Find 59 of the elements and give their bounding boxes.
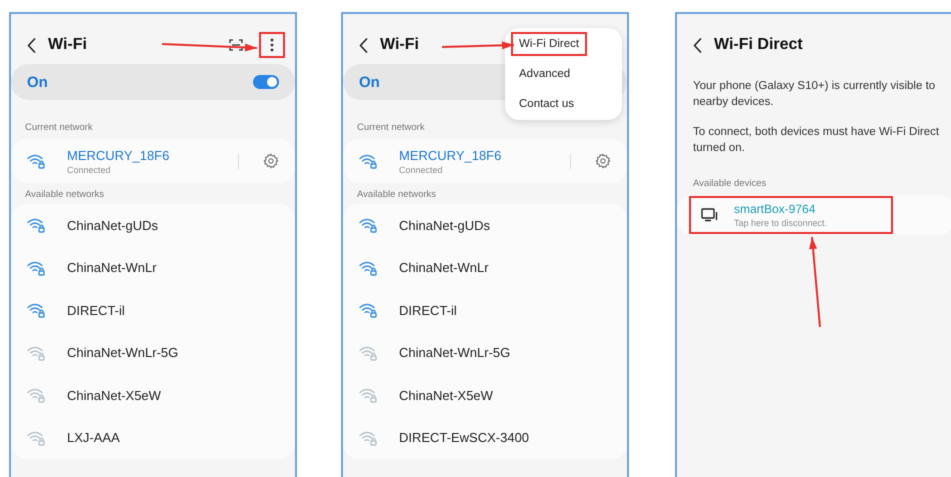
wifi-lock-icon <box>27 302 47 318</box>
device-name: smartBox-9764 <box>734 202 816 216</box>
network-card[interactable]: MERCURY_18F6 Connected <box>343 139 627 183</box>
info-text: Your phone (Galaxy S10+) is currently visible to nearby devices. <box>693 79 936 110</box>
switch-label: On <box>27 74 48 90</box>
network-item[interactable]: DIRECT-il <box>343 289 627 332</box>
scan-icon[interactable] <box>229 39 243 51</box>
network-status: Connected <box>399 164 444 174</box>
back-icon[interactable] <box>693 38 702 52</box>
more-options-button[interactable] <box>259 32 285 58</box>
wifi-lock-icon <box>359 260 379 276</box>
monitor-icon <box>701 208 718 222</box>
wifi-lock-icon <box>27 387 47 404</box>
network-item[interactable]: ChinaNet-WnLr <box>343 246 627 289</box>
wifi-switch-bar[interactable]: On <box>11 64 295 100</box>
wifi-lock-icon <box>359 302 379 318</box>
wifi-lock-icon <box>359 430 379 446</box>
wifi-lock-icon <box>27 153 47 169</box>
network-item[interactable]: ChinaNet-WnLr <box>11 246 295 289</box>
section-label: Current network <box>357 121 425 135</box>
network-name: MERCURY_18F6 <box>399 148 502 162</box>
menu-item[interactable]: Wi-Fi Direct <box>511 32 588 56</box>
settings-icon[interactable] <box>263 153 279 169</box>
network-item[interactable]: DIRECT-EwSCX-3400 <box>343 416 627 459</box>
menu-item[interactable]: Advanced <box>511 62 578 86</box>
wifi-lock-icon <box>359 217 379 234</box>
more-icon <box>270 38 274 52</box>
screen-title: Wi-Fi <box>48 36 87 54</box>
wifi-lock-icon <box>359 387 379 404</box>
back-icon[interactable] <box>359 38 368 52</box>
network-card[interactable]: MERCURY_18F6 Connected <box>11 139 295 183</box>
screen-title: Wi-Fi Direct <box>714 36 803 54</box>
screen-title: Wi-Fi <box>380 36 419 54</box>
settings-icon[interactable] <box>595 153 611 169</box>
info-text: To connect, both devices must have Wi-Fi Direct turned on. <box>693 125 940 156</box>
network-item[interactable]: DIRECT-il <box>11 289 295 332</box>
network-item[interactable]: ChinaNet-WnLr-5G <box>343 332 627 374</box>
wifi-lock-icon <box>359 153 379 169</box>
section-label: Current network <box>25 121 93 135</box>
network-item[interactable]: ChinaNet-WnLr-5G <box>11 332 295 374</box>
device-status: Tap here to disconnect. <box>734 218 828 228</box>
network-item[interactable]: ChinaNet-gUDs <box>343 204 627 246</box>
section-label: Available networks <box>357 188 436 202</box>
section-label: Available networks <box>25 188 104 202</box>
network-item[interactable]: ChinaNet-X5eW <box>343 374 627 416</box>
back-icon[interactable] <box>27 38 36 52</box>
network-status: Connected <box>67 164 112 174</box>
network-name: MERCURY_18F6 <box>67 148 170 162</box>
network-item[interactable]: ChinaNet-X5eW <box>11 374 295 416</box>
wifi-lock-icon <box>359 344 379 361</box>
wifi-lock-icon <box>27 260 47 276</box>
section-label: Available devices <box>693 177 766 191</box>
network-item[interactable]: LXJ-AAA <box>11 416 295 459</box>
network-item[interactable]: ChinaNet-gUDs <box>11 204 295 246</box>
toggle-switch[interactable] <box>253 75 279 89</box>
switch-label: On <box>359 74 380 90</box>
wifi-lock-icon <box>27 344 47 361</box>
wifi-lock-icon <box>27 430 47 446</box>
wifi-lock-icon <box>27 217 47 234</box>
